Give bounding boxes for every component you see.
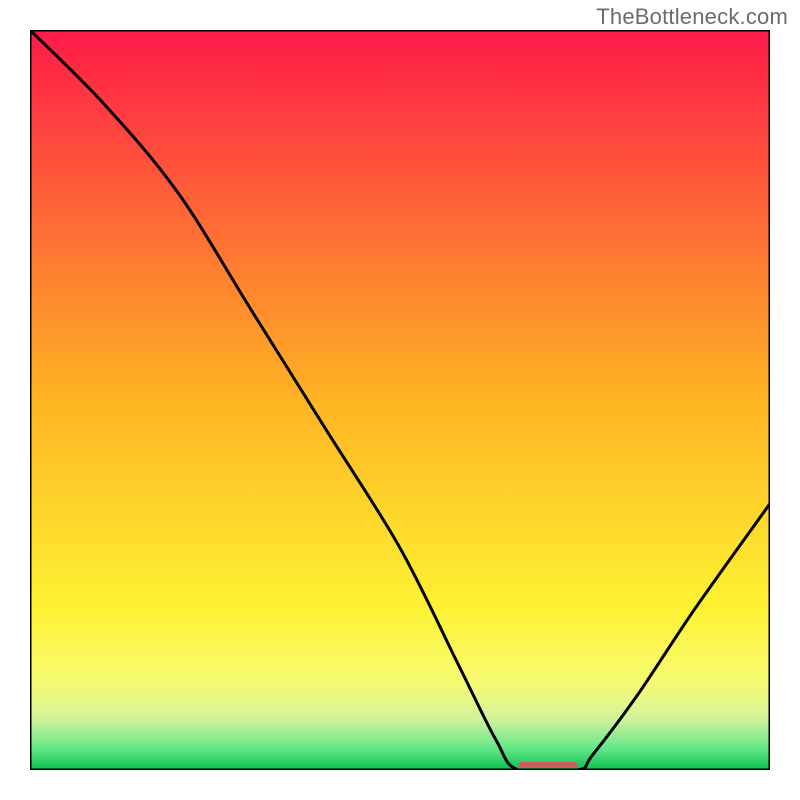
plot-background: [30, 30, 770, 770]
bottleneck-chart: [30, 30, 770, 770]
optimal-range-marker: [518, 762, 577, 768]
watermark-text: TheBottleneck.com: [596, 4, 788, 30]
